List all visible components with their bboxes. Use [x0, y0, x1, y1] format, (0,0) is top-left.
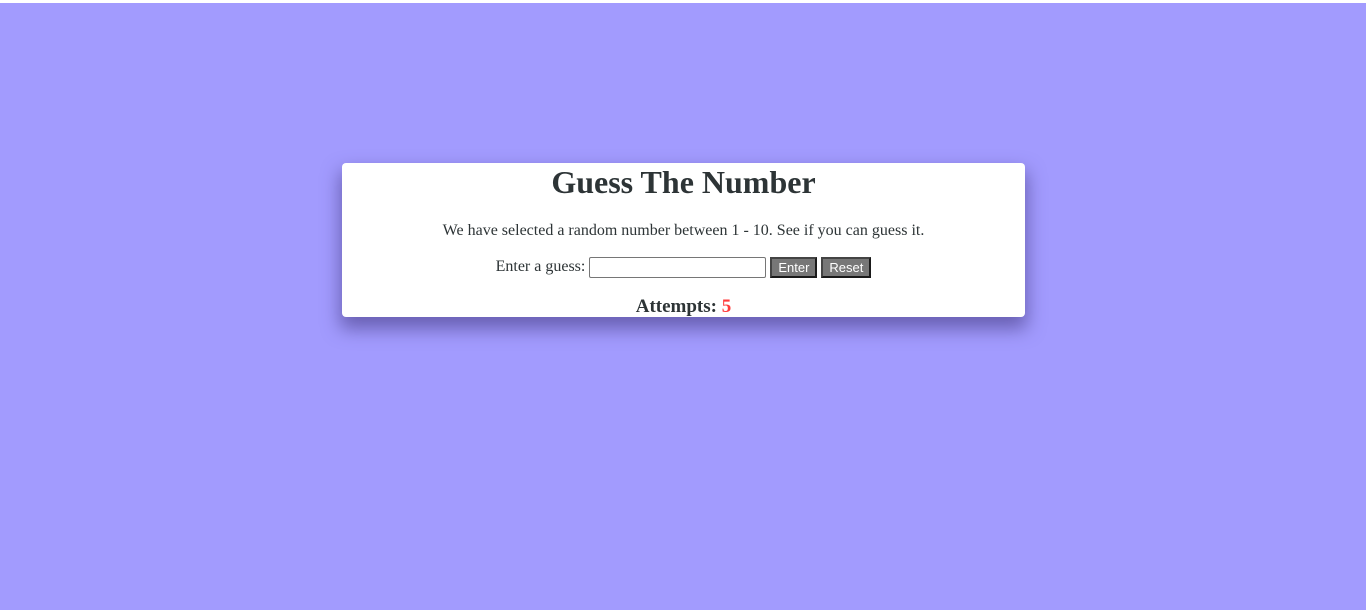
attempts-label: Attempts: — [635, 296, 717, 317]
guess-label: Enter a guess: — [495, 258, 586, 275]
reset-button[interactable]: Reset — [821, 256, 872, 278]
enter-button[interactable]: Enter — [770, 256, 818, 278]
guess-form: Enter a guess: Enter Reset — [342, 256, 1025, 278]
top-border — [0, 0, 1366, 3]
game-description: We have selected a random number between… — [442, 222, 925, 239]
guess-input[interactable] — [589, 256, 767, 278]
attempts-display: Attempts: 5 — [342, 296, 1025, 317]
attempts-count: 5 — [721, 296, 732, 317]
page-title: Guess The Number — [551, 164, 816, 200]
game-card: Guess The Number We have selected a rand… — [342, 163, 1025, 317]
